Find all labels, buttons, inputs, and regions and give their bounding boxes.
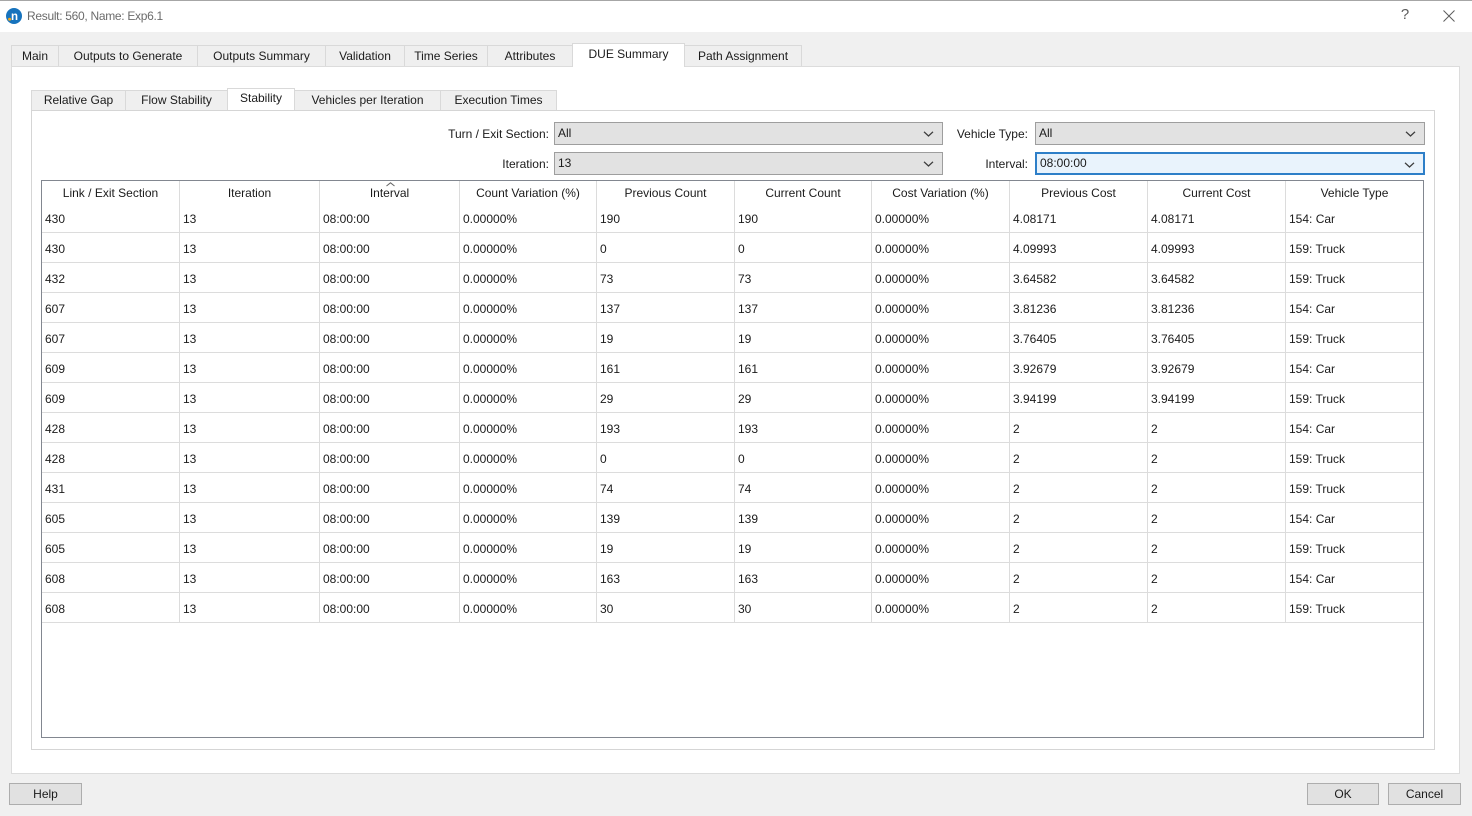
svg-text:n: n	[11, 11, 18, 23]
